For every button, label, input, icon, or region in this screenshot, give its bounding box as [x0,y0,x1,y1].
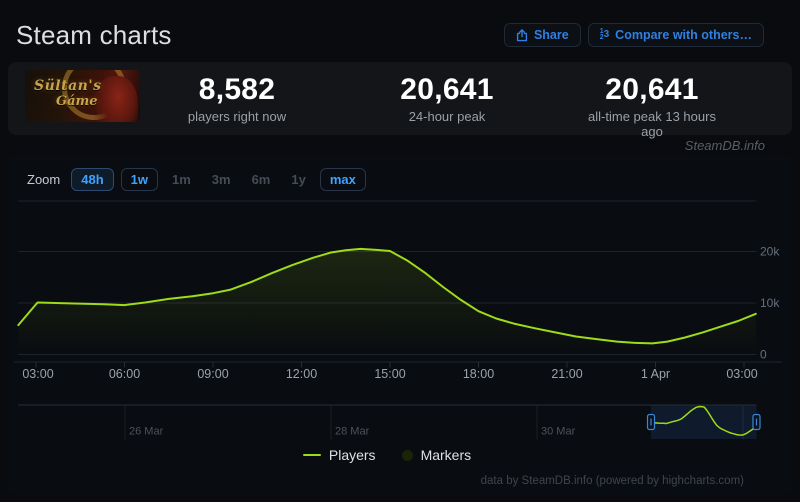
chart-credit: data by SteamDB.info (powered by highcha… [481,475,744,487]
players-now-label: players right now [188,109,286,124]
compare-button[interactable]: 123 Compare with others… [588,23,764,47]
zoom-button-3m: 3m [205,168,238,191]
share-button[interactable]: Share [504,23,581,47]
x-axis-label: 15:00 [374,367,405,381]
page-title: Steam charts [16,20,172,51]
navigator-date-label: 28 Mar [335,426,370,438]
stats-panel: Sültan's Gáme 8,582 players right now 20… [8,62,792,135]
zoom-button-1m: 1m [165,168,198,191]
capsule-game-title: Sültan's Gáme [34,79,102,109]
y-axis-label: 0 [760,348,767,362]
compare-123-icon: 123 [600,29,609,42]
navigator-date-label: 30 Mar [541,426,576,438]
header-buttons: Share 123 Compare with others… [504,23,764,47]
navigator-date-label: 26 Mar [129,426,164,438]
x-axis-label: 09:00 [197,367,228,381]
zoom-button-max[interactable]: max [320,168,366,191]
y-axis-label: 20k [760,245,780,259]
navigator-handle-left[interactable] [648,415,655,430]
legend-item-markers[interactable]: Markers [402,447,472,463]
peak-24h-label: 24-hour peak [400,109,494,124]
players-now-value: 8,582 [188,74,286,106]
stat-24h-peak: 20,641 24-hour peak [400,74,494,124]
navigator-handle-right[interactable] [753,415,760,430]
alltime-peak-value: 20,641 [582,74,722,106]
x-axis-label: 12:00 [286,367,317,381]
chart-panel: Zoom 48h1w1m3m6m1ymax 010k20k03:0006:000… [8,155,792,495]
share-button-label: Share [534,28,569,42]
x-axis-label: 06:00 [109,367,140,381]
chart-legend: Players Markers [8,447,766,463]
alltime-peak-label: all-time peak 13 hours ago [582,109,722,139]
zoom-button-48h[interactable]: 48h [71,168,113,191]
legend-item-players[interactable]: Players [303,447,376,463]
players-line-swatch [303,454,321,457]
share-icon [516,29,528,42]
x-axis-label: 03:00 [22,367,53,381]
x-axis-label: 21:00 [551,367,582,381]
zoom-label: Zoom [27,172,60,187]
stat-players-now: 8,582 players right now [188,74,286,124]
x-axis-label: 18:00 [463,367,494,381]
x-axis-label: 03:00 [726,367,757,381]
compare-button-label: Compare with others… [615,28,752,42]
stat-alltime-peak: 20,641 all-time peak 13 hours ago [582,74,722,139]
zoom-button-6m: 6m [245,168,278,191]
game-capsule-image[interactable]: Sültan's Gáme [25,70,140,122]
players-chart[interactable]: 0 10k 20k 03:00 06:00 09:00 12:00 15:00 18:00 21:… [8,196,792,446]
zoom-button-1y: 1y [284,168,312,191]
zoom-controls: Zoom 48h 1w 1m 3m 6m 1y max [27,168,366,191]
legend-markers-label: Markers [421,447,472,463]
steamdb-watermark: SteamDB.info [685,138,765,153]
zoom-button-group: 48h 1w 1m 3m 6m 1y max [71,168,366,191]
navigator-selection[interactable] [651,406,757,440]
y-axis-label: 10k [760,296,780,310]
steamdb-charts-page: Steam charts Share 123 Compare with othe… [0,0,800,502]
zoom-button-1w[interactable]: 1w [121,168,158,191]
x-axis-label: 1 Apr [641,367,670,381]
peak-24h-value: 20,641 [400,74,494,106]
markers-dot-swatch [402,450,413,461]
players-area-fill [18,249,756,355]
legend-players-label: Players [329,447,376,463]
